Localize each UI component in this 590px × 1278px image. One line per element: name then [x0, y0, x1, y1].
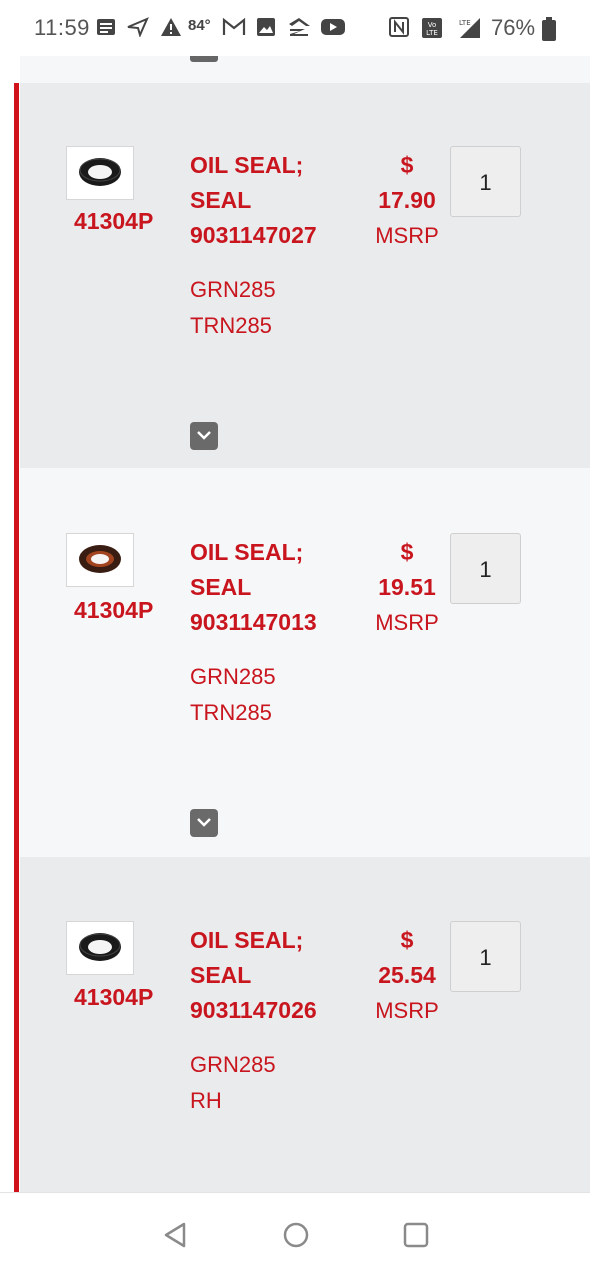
svg-text:LTE: LTE	[426, 29, 438, 37]
photo-icon	[256, 17, 276, 39]
model-codes: GRN285 TRN285	[190, 272, 370, 344]
model-codes: GRN285 TRN285	[190, 659, 370, 731]
list-item: 41304P OIL SEAL; SEAL 9031147013 GRN285 …	[20, 468, 590, 857]
part-number: 9031147026	[190, 997, 317, 1023]
part-thumbnail[interactable]	[66, 533, 134, 587]
status-bar: 11:59 84° Vo LTE LTE 76%	[0, 0, 590, 56]
system-nav-bar	[0, 1192, 590, 1278]
quantity-input[interactable]: 1	[450, 533, 521, 604]
model-code: GRN285	[190, 664, 276, 689]
price: $ 25.54 MSRP	[372, 923, 442, 1028]
part-number: 9031147013	[190, 609, 317, 635]
title-line1: OIL SEAL;	[190, 539, 304, 565]
back-icon[interactable]	[162, 1221, 188, 1254]
title-line2: SEAL	[190, 962, 252, 988]
nfc-icon	[389, 17, 409, 39]
title-line2: SEAL	[190, 187, 252, 213]
model-code: GRN285	[190, 277, 276, 302]
warning-icon	[160, 17, 182, 39]
list-item: 41304P OIL SEAL; SEAL 9031147026 GRN285 …	[20, 857, 590, 1192]
part-number: 9031147027	[190, 222, 317, 248]
list-item: 41304P OIL SEAL; SEAL 9031147027 GRN285 …	[20, 83, 590, 468]
model-code: RH	[190, 1088, 222, 1113]
currency-symbol: $	[400, 927, 414, 953]
title-line1: OIL SEAL;	[190, 927, 304, 953]
svg-text:Vo: Vo	[428, 21, 437, 29]
lte-signal-icon: LTE	[450, 17, 482, 39]
chevron-down-icon	[197, 431, 211, 440]
expand-button[interactable]	[190, 422, 218, 450]
model-code: TRN285	[190, 313, 272, 338]
gmail-icon	[222, 17, 246, 39]
msrp-label: MSRP	[375, 998, 439, 1023]
chevron-down-icon	[197, 818, 211, 827]
part-title[interactable]: OIL SEAL; SEAL 9031147026	[190, 923, 370, 1028]
part-title[interactable]: OIL SEAL; SEAL 9031147013	[190, 535, 370, 640]
part-thumbnail[interactable]	[66, 146, 134, 200]
youtube-icon	[320, 17, 346, 39]
send-icon	[127, 17, 149, 39]
model-code: GRN285	[190, 1052, 276, 1077]
svg-text:LTE: LTE	[459, 19, 471, 27]
part-code[interactable]: 41304P	[74, 984, 153, 1011]
quantity-input[interactable]: 1	[450, 921, 521, 992]
currency-symbol: $	[400, 152, 414, 178]
volte-icon: Vo LTE	[421, 17, 443, 39]
message-icon	[96, 17, 116, 39]
expand-button[interactable]	[190, 809, 218, 837]
currency-symbol: $	[400, 539, 414, 565]
zillow-icon	[287, 17, 311, 39]
msrp-label: MSRP	[375, 223, 439, 248]
part-title[interactable]: OIL SEAL; SEAL 9031147027	[190, 148, 370, 253]
temperature: 84°	[188, 17, 211, 34]
title-line2: SEAL	[190, 574, 252, 600]
price-amount: 17.90	[378, 187, 436, 213]
price: $ 17.90 MSRP	[372, 148, 442, 253]
part-thumbnail[interactable]	[66, 921, 134, 975]
battery-percent: 76%	[491, 15, 536, 40]
selection-bar	[14, 83, 19, 1192]
model-codes: GRN285 RH	[190, 1047, 370, 1119]
price-amount: 19.51	[378, 574, 436, 600]
price: $ 19.51 MSRP	[372, 535, 442, 640]
title-line1: OIL SEAL;	[190, 152, 304, 178]
collapse-button[interactable]	[190, 56, 218, 62]
part-code[interactable]: 41304P	[74, 597, 153, 624]
msrp-label: MSRP	[375, 610, 439, 635]
price-amount: 25.54	[378, 962, 436, 988]
clock: 11:59	[34, 15, 90, 40]
model-code: TRN285	[190, 700, 272, 725]
parts-list: 41304P OIL SEAL; SEAL 9031147027 GRN285 …	[0, 56, 590, 1192]
quantity-input[interactable]: 1	[450, 146, 521, 217]
recents-icon[interactable]	[402, 1221, 430, 1254]
home-icon[interactable]	[282, 1221, 310, 1254]
previous-item-tail	[20, 56, 590, 83]
battery-icon	[542, 17, 556, 41]
part-code[interactable]: 41304P	[74, 208, 153, 235]
